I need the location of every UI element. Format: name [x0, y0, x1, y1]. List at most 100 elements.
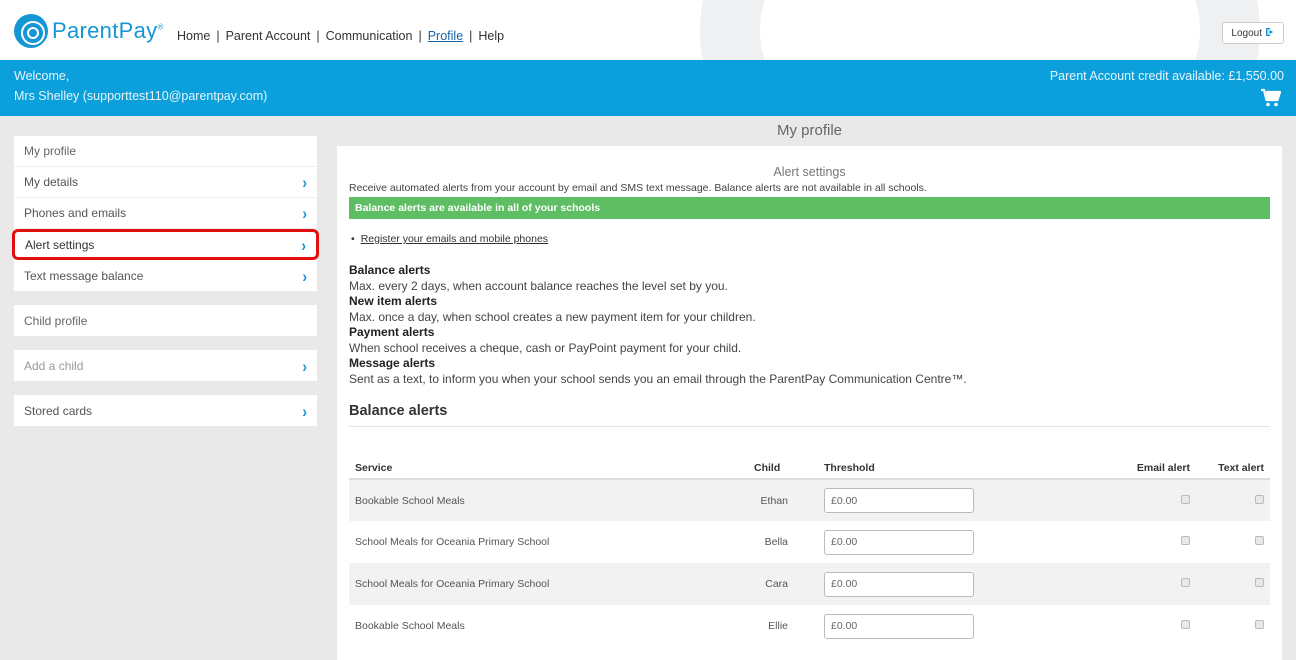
service-cell: Bookable School Meals [349, 479, 748, 521]
nav-help[interactable]: Help [478, 29, 504, 43]
alert-type-title: Message alerts [349, 356, 436, 370]
sidebar-item-add-a-child[interactable]: Add a child › [14, 350, 317, 381]
child-profile-group: Child profile [14, 305, 317, 336]
threshold-input[interactable] [824, 571, 974, 597]
nav-communication[interactable]: Communication [326, 29, 413, 43]
nav-separator: | [418, 29, 422, 43]
balance-alerts-heading: Balance alerts [349, 403, 1270, 427]
threshold-cell [818, 563, 1118, 605]
column-header-text-alert: Text alert [1196, 457, 1270, 480]
status-banner: Balance alerts are available in all of y… [349, 197, 1270, 219]
text-alert-checkbox[interactable] [1255, 494, 1264, 504]
sidebar-item-my-details[interactable]: My details › [14, 167, 317, 198]
email-alert-cell [1118, 605, 1196, 647]
logout-label: Logout [1231, 27, 1262, 39]
table-row: School Meals for Oceania Primary School … [349, 563, 1270, 605]
profile-menu-group: My profile My details › Phones and email… [12, 136, 319, 291]
text-alert-checkbox[interactable] [1255, 578, 1264, 587]
logo-icon [14, 14, 48, 48]
register-emails-phones-link[interactable]: Register your emails and mobile phones [361, 233, 548, 245]
register-link-item: • Register your emails and mobile phones [351, 233, 1270, 245]
threshold-input[interactable] [824, 529, 974, 555]
threshold-input[interactable] [824, 488, 974, 513]
service-cell: School Meals for Oceania Primary School [349, 563, 748, 605]
table-row: Bookable School Meals Ellie [349, 605, 1270, 647]
alert-descriptions: Balance alerts Max. every 2 days, when a… [349, 263, 1270, 387]
nav-parent-account[interactable]: Parent Account [226, 29, 311, 43]
service-cell: School Meals for Oceania Primary School [355, 536, 550, 548]
balance-alerts-table: Service Child Threshold Email alert Text… [349, 457, 1270, 647]
chevron-right-icon: › [302, 355, 307, 376]
text-alert-checkbox[interactable] [1255, 620, 1264, 629]
threshold-cell [818, 479, 1118, 521]
column-header-email-alert: Email alert [1118, 457, 1196, 480]
nav-profile[interactable]: Profile [428, 29, 463, 43]
background-decoration [920, 0, 1050, 60]
chevron-right-icon: › [302, 203, 307, 223]
email-alert-checkbox[interactable] [1181, 620, 1190, 629]
sidebar-item-label: Phones and emails [24, 206, 127, 220]
text-alert-checkbox[interactable] [1255, 536, 1264, 545]
parentpay-logo[interactable]: ParentPay® [14, 14, 164, 48]
child-cell: Ellie [768, 620, 788, 632]
sidebar-item-text-message-balance[interactable]: Text message balance › [14, 260, 317, 291]
profile-sidebar: My profile My details › Phones and email… [12, 136, 319, 440]
column-header-child: Child [748, 457, 818, 480]
threshold-cell [818, 521, 1118, 563]
cart-icon[interactable] [1260, 88, 1282, 108]
top-navbar: ParentPay® Home | Parent Account | Commu… [0, 0, 1296, 60]
alert-type-description: Max. every 2 days, when account balance … [349, 278, 728, 293]
child-cell: Ethan [748, 479, 818, 521]
email-alert-cell [1118, 563, 1196, 605]
alert-type-title: Payment alerts [349, 325, 435, 339]
email-alert-checkbox[interactable] [1181, 494, 1190, 504]
child-cell: Bella [764, 536, 788, 548]
text-alert-cell [1196, 563, 1270, 605]
nav-separator: | [469, 29, 473, 43]
text-alert-cell [1196, 521, 1270, 563]
sidebar-item-my-profile[interactable]: My profile [14, 136, 317, 167]
chevron-right-icon: › [302, 172, 307, 192]
sidebar-item-label: Text message balance [24, 268, 144, 283]
sidebar-item-stored-cards[interactable]: Stored cards › [14, 395, 317, 426]
email-alert-cell [1118, 521, 1196, 563]
sidebar-item-alert-settings[interactable]: Alert settings › [12, 229, 319, 260]
sidebar-item-child-profile[interactable]: Child profile [14, 305, 317, 336]
email-alert-checkbox[interactable] [1181, 578, 1190, 587]
table-row: School Meals for Oceania Primary School … [349, 521, 1270, 563]
column-header-threshold: Threshold [818, 457, 1118, 480]
nav-separator: | [316, 29, 320, 43]
alert-type-title: Balance alerts [349, 263, 431, 277]
service-cell: Bookable School Meals [355, 620, 465, 632]
chevron-right-icon: › [302, 400, 307, 421]
table-row: Bookable School Meals Ethan [349, 479, 1270, 521]
main-nav: Home | Parent Account | Communication | … [177, 29, 504, 43]
bullet: • [351, 233, 355, 245]
page-title: My profile [776, 122, 843, 139]
threshold-cell [818, 605, 1118, 647]
threshold-input[interactable] [824, 613, 974, 639]
alert-type-title: New item alerts [349, 294, 438, 308]
chevron-right-icon: › [302, 265, 307, 286]
sidebar-item-label: Add a child [24, 358, 84, 373]
table-header-row: Service Child Threshold Email alert Text… [349, 457, 1270, 480]
panel-title: Alert settings [773, 165, 846, 179]
welcome-text: Welcome, [14, 69, 70, 83]
sidebar-item-label: Alert settings [25, 237, 95, 252]
sidebar-item-label: Stored cards [24, 403, 93, 418]
brand-mark: ® [157, 22, 164, 32]
nav-home[interactable]: Home [177, 29, 210, 43]
text-alert-cell [1196, 605, 1270, 647]
brand-name: ParentPay [52, 18, 158, 43]
child-cell: Cara [748, 563, 818, 605]
email-alert-checkbox[interactable] [1181, 536, 1190, 545]
intro-text: Receive automated alerts from your accou… [349, 182, 927, 194]
column-header-service: Service [349, 457, 748, 480]
alert-type-description: Max. once a day, when school creates a n… [349, 309, 756, 324]
logout-button[interactable]: Logout [1222, 22, 1284, 44]
nav-separator: | [216, 29, 220, 43]
chevron-right-icon: › [301, 234, 306, 255]
welcome-banner: Welcome, Mrs Shelley (supporttest110@par… [0, 60, 1296, 116]
account-credit: Parent Account credit available: £1,550.… [1049, 69, 1284, 83]
sidebar-item-phones-and-emails[interactable]: Phones and emails › [14, 198, 317, 229]
